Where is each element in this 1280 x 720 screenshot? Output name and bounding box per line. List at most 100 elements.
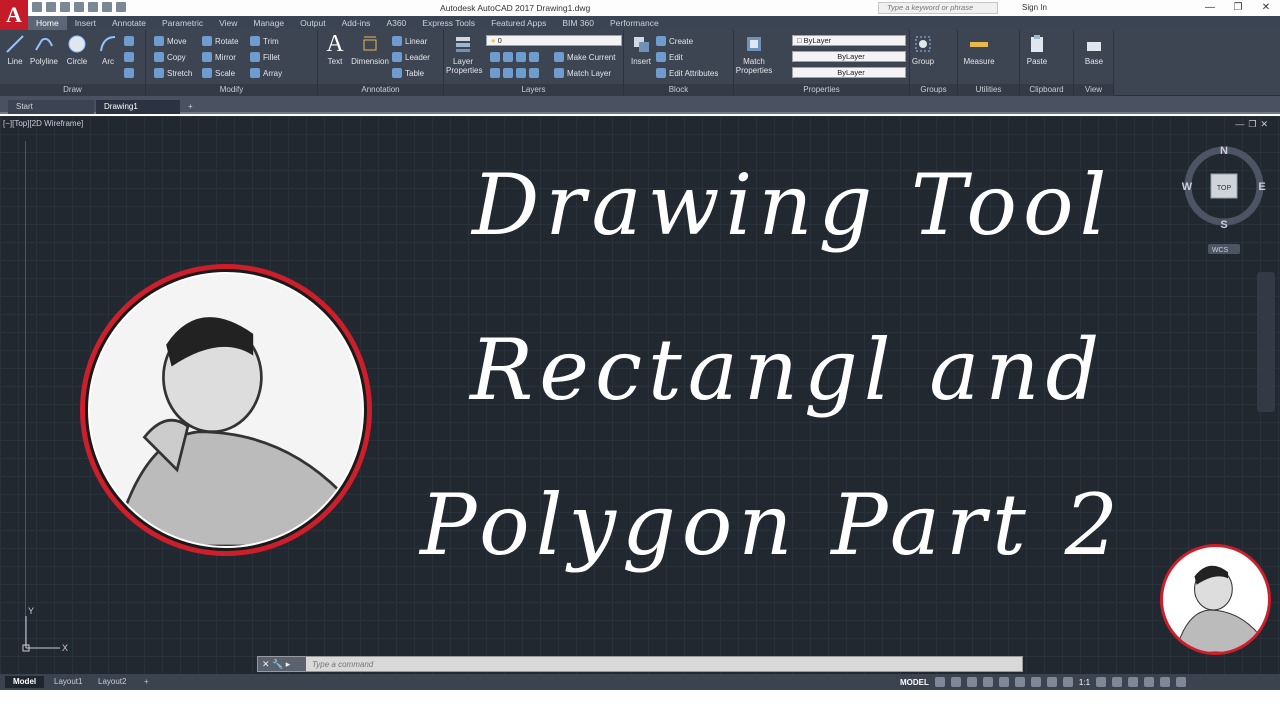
- tab-express-tools[interactable]: Express Tools: [414, 16, 483, 30]
- layers-panel-label[interactable]: Layers: [444, 84, 623, 96]
- fillet-button[interactable]: Fillet: [250, 52, 280, 62]
- polar-icon[interactable]: [982, 677, 993, 687]
- draw-panel-label[interactable]: Draw: [0, 84, 145, 96]
- match-properties-button[interactable]: Match Properties: [734, 34, 774, 75]
- edit-block-button[interactable]: Edit: [656, 52, 683, 62]
- utilities-panel-label[interactable]: Utilities: [958, 84, 1019, 96]
- draw-more-button[interactable]: [124, 68, 134, 78]
- arc-button[interactable]: Arc: [91, 34, 125, 66]
- mirror-button[interactable]: Mirror: [202, 52, 236, 62]
- snap-icon[interactable]: [950, 677, 961, 687]
- print-icon[interactable]: [88, 2, 98, 12]
- lineweight-icon[interactable]: [1030, 677, 1041, 687]
- customization-menu-icon[interactable]: [1176, 677, 1187, 687]
- linetype-dropdown[interactable]: ByLayer: [792, 51, 906, 62]
- color-dropdown[interactable]: □ ByLayer: [792, 35, 906, 46]
- undo-icon[interactable]: [102, 2, 112, 12]
- tab-start[interactable]: Start: [8, 100, 94, 114]
- lineweight-dropdown[interactable]: ByLayer: [792, 67, 906, 78]
- workspace-gear-icon[interactable]: [1096, 677, 1107, 687]
- compass-north[interactable]: N: [1220, 145, 1228, 157]
- sign-in-button[interactable]: Sign In: [1022, 3, 1047, 12]
- table-button[interactable]: Table: [392, 68, 424, 78]
- measure-button[interactable]: Measure: [962, 34, 996, 66]
- properties-panel-label[interactable]: Properties: [734, 84, 909, 96]
- layer-dropdown[interactable]: ● 0: [486, 35, 622, 46]
- viewport-window-controls[interactable]: —❐✕: [1235, 119, 1272, 130]
- copy-button[interactable]: Copy: [154, 52, 186, 62]
- viewport-controls[interactable]: [−][Top][2D Wireframe]: [3, 119, 83, 128]
- close-icon[interactable]: ✕: [1252, 0, 1280, 16]
- paste-button[interactable]: Paste: [1020, 34, 1054, 66]
- hatch-button[interactable]: [124, 52, 134, 62]
- circle-button[interactable]: Circle: [60, 34, 94, 66]
- edit-attributes-button[interactable]: Edit Attributes: [656, 68, 718, 78]
- tab-insert[interactable]: Insert: [67, 16, 104, 30]
- compass-west[interactable]: W: [1182, 181, 1193, 193]
- viewcube[interactable]: TOP N S E W WCS: [1180, 138, 1270, 268]
- restore-icon[interactable]: ❐: [1224, 0, 1252, 16]
- tab-a360[interactable]: A360: [378, 16, 414, 30]
- drawing-canvas[interactable]: [−][Top][2D Wireframe] —❐✕ Drawing Tool …: [0, 116, 1280, 674]
- tab-view[interactable]: View: [211, 16, 245, 30]
- command-line-tools[interactable]: ✕ 🔧 ▸: [258, 657, 306, 671]
- navigation-bar[interactable]: [1257, 272, 1275, 412]
- otrack-icon[interactable]: [1014, 677, 1025, 687]
- trim-button[interactable]: Trim: [250, 36, 279, 46]
- tab-output[interactable]: Output: [292, 16, 334, 30]
- rectangle-button[interactable]: [124, 36, 134, 46]
- new-tab-icon[interactable]: +: [184, 100, 200, 114]
- match-layer-button[interactable]: Match Layer: [554, 68, 611, 78]
- polyline-button[interactable]: Polyline: [27, 34, 61, 66]
- transparency-icon[interactable]: [1046, 677, 1057, 687]
- tab-parametric[interactable]: Parametric: [154, 16, 211, 30]
- tab-annotate[interactable]: Annotate: [104, 16, 154, 30]
- tab-bim360[interactable]: BIM 360: [554, 16, 602, 30]
- linear-button[interactable]: Linear: [392, 36, 427, 46]
- view-panel-label[interactable]: View: [1074, 84, 1113, 96]
- tab-home[interactable]: Home: [28, 16, 67, 30]
- layer-tools-row2[interactable]: [490, 68, 539, 78]
- dimension-button[interactable]: Dimension: [350, 34, 390, 66]
- rotate-button[interactable]: Rotate: [202, 36, 239, 46]
- annotation-scale[interactable]: 1:1: [1079, 678, 1090, 687]
- tab-model[interactable]: Model: [5, 676, 45, 688]
- application-menu-button[interactable]: A: [0, 0, 28, 30]
- tab-layout2[interactable]: Layout2: [90, 676, 134, 688]
- grid-icon[interactable]: [934, 677, 945, 687]
- isolate-icon[interactable]: [1128, 677, 1139, 687]
- clean-screen-icon[interactable]: [1160, 677, 1171, 687]
- make-current-button[interactable]: Make Current: [554, 52, 615, 62]
- command-input[interactable]: [312, 658, 1022, 670]
- insert-button[interactable]: Insert: [624, 34, 658, 66]
- tab-performance[interactable]: Performance: [602, 16, 667, 30]
- create-block-button[interactable]: Create: [656, 36, 693, 46]
- leader-button[interactable]: Leader: [392, 52, 430, 62]
- clipboard-panel-label[interactable]: Clipboard: [1020, 84, 1073, 96]
- compass-south[interactable]: S: [1220, 219, 1227, 231]
- model-space-button[interactable]: MODEL: [900, 678, 929, 687]
- tab-manage[interactable]: Manage: [245, 16, 292, 30]
- stretch-button[interactable]: Stretch: [154, 68, 192, 78]
- add-layout-icon[interactable]: +: [136, 676, 157, 688]
- tab-layout1[interactable]: Layout1: [46, 676, 90, 688]
- tab-addins[interactable]: Add-ins: [334, 16, 379, 30]
- search-input[interactable]: Type a keyword or phrase: [878, 2, 998, 14]
- scale-button[interactable]: Scale: [202, 68, 235, 78]
- group-button[interactable]: Group: [906, 34, 940, 66]
- groups-panel-label[interactable]: Groups: [910, 84, 957, 96]
- text-button[interactable]: A Text: [318, 32, 352, 66]
- hardware-acceleration-icon[interactable]: [1144, 677, 1155, 687]
- block-panel-label[interactable]: Block: [624, 84, 733, 96]
- redo-icon[interactable]: [116, 2, 126, 12]
- tab-featured-apps[interactable]: Featured Apps: [483, 16, 554, 30]
- layer-properties-button[interactable]: Layer Properties: [446, 34, 482, 75]
- base-button[interactable]: Base: [1077, 34, 1111, 66]
- move-button[interactable]: Move: [154, 36, 187, 46]
- osnap-icon[interactable]: [998, 677, 1009, 687]
- new-icon[interactable]: [32, 2, 42, 12]
- open-icon[interactable]: [46, 2, 56, 12]
- layer-tools-row1[interactable]: [490, 52, 539, 62]
- tab-drawing1[interactable]: Drawing1: [96, 100, 180, 114]
- save-icon[interactable]: [60, 2, 70, 12]
